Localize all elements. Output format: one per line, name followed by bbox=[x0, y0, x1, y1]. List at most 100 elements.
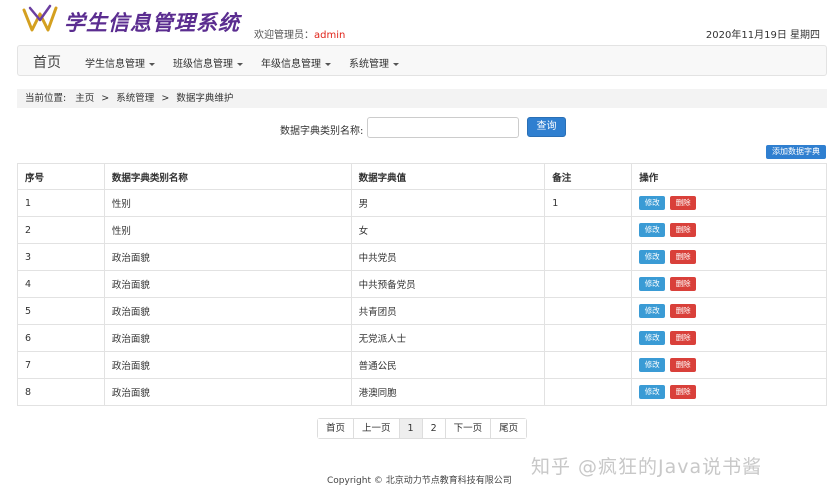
table-cell-actions: 修改 删除 bbox=[631, 324, 827, 352]
edit-button[interactable]: 修改 bbox=[639, 385, 666, 399]
table-cell-category: 政治面貌 bbox=[103, 243, 352, 271]
table-cell-value: 普通公民 bbox=[350, 351, 546, 379]
breadcrumb-separator: > bbox=[161, 93, 170, 104]
table-cell-id: 3 bbox=[17, 243, 105, 271]
caret-down-icon bbox=[237, 62, 243, 66]
nav-student-info[interactable]: 学生信息管理 bbox=[85, 55, 155, 70]
caret-down-icon bbox=[325, 62, 331, 66]
delete-button[interactable]: 删除 bbox=[670, 358, 697, 372]
table-cell-note bbox=[544, 243, 633, 271]
edit-button[interactable]: 修改 bbox=[639, 250, 666, 264]
table-header-row: 序号 数据字典类别名称 数据字典值 备注 操作 bbox=[17, 163, 827, 190]
table-cell-note: 1 bbox=[544, 189, 633, 217]
table-cell-category: 政治面貌 bbox=[103, 378, 352, 406]
table-row: 3 政治面貌 中共党员 修改 删除 bbox=[17, 243, 827, 271]
pagination: 首页 上一页 1 2 下一页 尾页 bbox=[317, 418, 528, 439]
table-cell-actions: 修改 删除 bbox=[631, 243, 827, 271]
column-header: 数据字典类别名称 bbox=[103, 163, 352, 190]
table-cell-note bbox=[544, 270, 633, 298]
table-cell-category: 性别 bbox=[103, 189, 352, 217]
breadcrumb-system[interactable]: 系统管理 bbox=[116, 93, 154, 104]
edit-button[interactable]: 修改 bbox=[639, 277, 666, 291]
delete-button[interactable]: 删除 bbox=[670, 385, 697, 399]
page-prev[interactable]: 上一页 bbox=[354, 419, 400, 438]
welcome-text: 欢迎管理员：admin bbox=[254, 26, 345, 41]
table-cell-note bbox=[544, 378, 633, 406]
table-cell-id: 5 bbox=[17, 297, 105, 325]
add-dictionary-button[interactable]: 添加数据字典 bbox=[766, 145, 826, 159]
table-cell-note bbox=[544, 297, 633, 325]
table-cell-id: 7 bbox=[17, 351, 105, 379]
table-row: 1 性别男 1 修改 删除 bbox=[17, 189, 827, 217]
table-row: 7 政治面貌 普通公民 修改 删除 bbox=[17, 351, 827, 379]
table-cell-value: 中共预备党员 bbox=[350, 270, 546, 298]
search-input[interactable] bbox=[367, 117, 519, 138]
delete-button[interactable]: 删除 bbox=[670, 304, 697, 318]
table-cell-id: 8 bbox=[17, 378, 105, 406]
search-button[interactable]: 查询 bbox=[527, 117, 566, 137]
footer-copyright: Copyright © 北京动力节点教育科技有限公司 bbox=[327, 476, 512, 486]
table-cell-actions: 修改 删除 bbox=[631, 378, 827, 406]
table-cell-id: 6 bbox=[17, 324, 105, 352]
table-cell-actions: 修改 删除 bbox=[631, 351, 827, 379]
nav-grade-info[interactable]: 年级信息管理 bbox=[261, 55, 331, 70]
table-cell-id: 1 bbox=[17, 189, 105, 217]
nav-system[interactable]: 系统管理 bbox=[349, 55, 399, 70]
table-cell-note bbox=[544, 324, 633, 352]
table-cell-id: 4 bbox=[17, 270, 105, 298]
caret-down-icon bbox=[393, 62, 399, 66]
table-cell-actions: 修改 删除 bbox=[631, 297, 827, 325]
breadcrumb-separator: > bbox=[101, 93, 110, 104]
breadcrumb-home[interactable]: 主页 bbox=[75, 93, 94, 104]
app-title: 学生信息管理系统 bbox=[64, 10, 240, 35]
page-number[interactable]: 2 bbox=[422, 419, 446, 438]
edit-button[interactable]: 修改 bbox=[639, 223, 666, 237]
breadcrumb: 当前位置: 主页 > 系统管理 > 数据字典维护 bbox=[17, 89, 827, 108]
nav-student-info-label: 学生信息管理 bbox=[85, 59, 145, 70]
dictionary-table: 序号 数据字典类别名称 数据字典值 备注 操作 1 性别男 1 修改 删除 2 性别女修改删… bbox=[17, 163, 827, 406]
user-name: admin bbox=[314, 30, 346, 41]
delete-button[interactable]: 删除 bbox=[670, 196, 697, 210]
table-cell-category: 性别 bbox=[103, 216, 352, 244]
nav-grade-info-label: 年级信息管理 bbox=[261, 59, 321, 70]
breadcrumb-current: 数据字典维护 bbox=[176, 93, 234, 104]
table-cell-category: 政治面貌 bbox=[103, 270, 352, 298]
search-label: 数据字典类别名称: bbox=[280, 126, 364, 137]
breadcrumb-prefix: 当前位置: bbox=[25, 93, 67, 104]
table-cell-note bbox=[544, 351, 633, 379]
table-cell-actions: 修改 删除 bbox=[631, 216, 827, 244]
table-cell-category: 政治面貌 bbox=[103, 297, 352, 325]
page-first[interactable]: 首页 bbox=[318, 419, 355, 438]
page-number[interactable]: 1 bbox=[399, 419, 423, 438]
navbar: 首页 学生信息管理 班级信息管理 年级信息管理 系统管理 bbox=[17, 45, 827, 76]
table-cell-value: 无党派人士 bbox=[350, 324, 546, 352]
delete-button[interactable]: 删除 bbox=[670, 250, 697, 264]
delete-button[interactable]: 删除 bbox=[670, 277, 697, 291]
table-row: 4 政治面貌 中共预备党员 修改 删除 bbox=[17, 270, 827, 298]
table-row: 5 政治面貌 共青团员 修改 删除 bbox=[17, 297, 827, 325]
table-cell-actions: 修改 删除 bbox=[631, 270, 827, 298]
caret-down-icon bbox=[149, 62, 155, 66]
edit-button[interactable]: 修改 bbox=[639, 358, 666, 372]
nav-system-label: 系统管理 bbox=[349, 59, 389, 70]
table-cell-category: 政治面貌 bbox=[103, 324, 352, 352]
current-date: 2020年11月19日 星期四 bbox=[705, 30, 820, 41]
table-cell-category: 政治面貌 bbox=[103, 351, 352, 379]
table-cell-id: 2 bbox=[17, 216, 105, 244]
edit-button[interactable]: 修改 bbox=[639, 331, 666, 345]
table-body: 1 性别男 1 修改 删除 2 性别女修改 删除 3 政治面貌 中共党员 修改 删除 4 政治面貌 中共预备党… bbox=[17, 189, 827, 406]
column-header: 序号 bbox=[17, 163, 105, 190]
page-next[interactable]: 下一页 bbox=[445, 419, 492, 438]
delete-button[interactable]: 删除 bbox=[670, 223, 697, 237]
page-last[interactable]: 尾页 bbox=[491, 419, 527, 438]
column-header: 操作 bbox=[631, 163, 827, 190]
table-cell-actions: 修改 删除 bbox=[631, 189, 827, 217]
edit-button[interactable]: 修改 bbox=[639, 304, 666, 318]
table-row: 8 政治面貌 港澳同胞 修改 删除 bbox=[17, 378, 827, 406]
delete-button[interactable]: 删除 bbox=[670, 331, 697, 345]
edit-button[interactable]: 修改 bbox=[639, 196, 666, 210]
table-cell-note bbox=[544, 216, 633, 244]
table-row: 6 政治面貌 无党派人士 修改 删除 bbox=[17, 324, 827, 352]
nav-home[interactable]: 首页 bbox=[33, 52, 61, 72]
nav-class-info[interactable]: 班级信息管理 bbox=[173, 55, 243, 70]
